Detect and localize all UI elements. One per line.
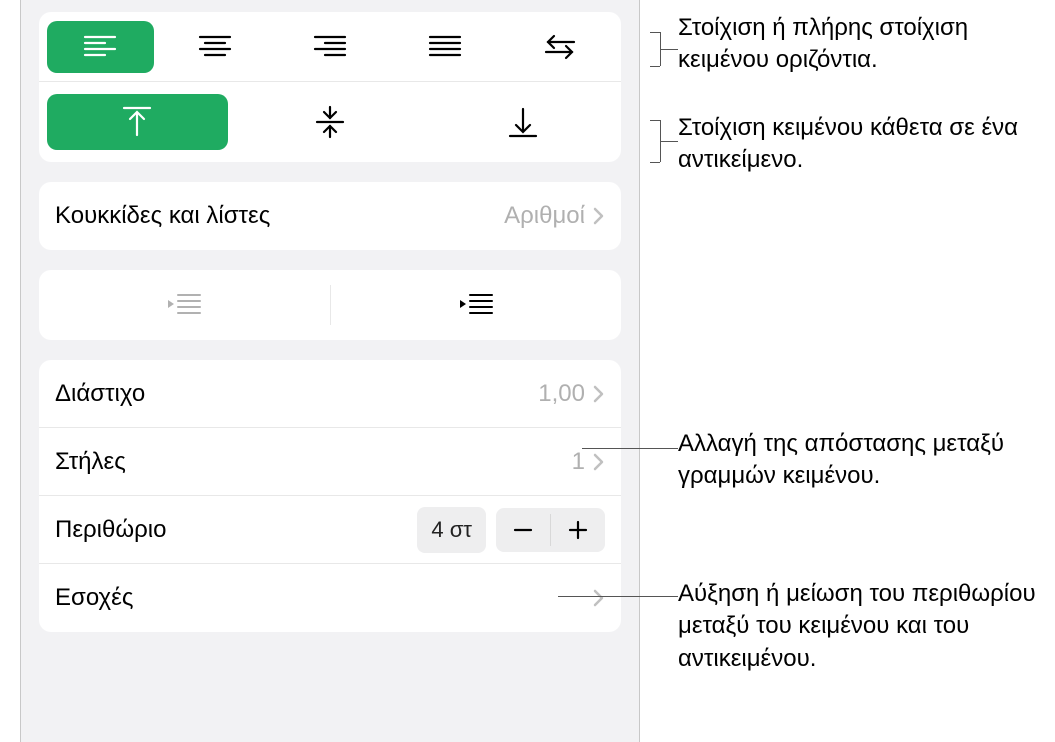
- callout-halign: Στοίχιση ή πλήρης στοίχιση κειμένου οριζ…: [678, 12, 1055, 77]
- line-spacing-row[interactable]: Διάστιχο 1,00: [39, 360, 621, 428]
- valign-bottom-button[interactable]: [432, 94, 613, 150]
- valign-middle-icon: [315, 105, 345, 139]
- chevron-right-icon: [593, 385, 605, 403]
- text-direction-button[interactable]: [506, 21, 613, 73]
- plus-icon: [567, 519, 589, 541]
- spacing-section: Διάστιχο 1,00 Στήλες 1 Περιθώριο 4 στ: [39, 360, 621, 632]
- align-justify-icon: [428, 34, 462, 60]
- callout-linespacing: Αλλαγή της απόστασης μεταξύ γραμμών κειμ…: [678, 428, 1055, 493]
- margin-value[interactable]: 4 στ: [417, 507, 486, 553]
- valign-top-icon: [122, 105, 152, 139]
- chevron-right-icon: [593, 207, 605, 225]
- indents-row[interactable]: Εσοχές: [39, 564, 621, 632]
- margin-label: Περιθώριο: [55, 516, 417, 544]
- columns-row[interactable]: Στήλες 1: [39, 428, 621, 496]
- horizontal-align-row: [39, 12, 621, 82]
- bullets-label: Κουκκίδες και λίστες: [55, 202, 504, 230]
- margin-increase-button[interactable]: [551, 508, 605, 552]
- outdent-button[interactable]: [39, 291, 330, 319]
- text-direction-icon: [542, 34, 578, 60]
- valign-middle-button[interactable]: [240, 94, 421, 150]
- bullets-value: Αριθμοί: [504, 202, 585, 230]
- margin-decrease-button[interactable]: [496, 508, 550, 552]
- alignment-section: [39, 12, 621, 162]
- indent-section: [39, 270, 621, 340]
- line-spacing-label: Διάστιχο: [55, 380, 538, 408]
- valign-bottom-icon: [508, 105, 538, 139]
- vertical-align-row: [39, 82, 621, 162]
- chevron-right-icon: [593, 453, 605, 471]
- bullets-row[interactable]: Κουκκίδες και λίστες Αριθμοί: [39, 182, 621, 250]
- bullets-section: Κουκκίδες και λίστες Αριθμοί: [39, 182, 621, 250]
- margin-row: Περιθώριο 4 στ: [39, 496, 621, 564]
- align-right-button[interactable]: [277, 21, 384, 73]
- format-panel: Κουκκίδες και λίστες Αριθμοί: [20, 0, 640, 742]
- align-center-icon: [198, 34, 232, 60]
- callout-valign: Στοίχιση κειμένου κάθετα σε ένα αντικείμ…: [678, 112, 1055, 177]
- valign-top-button[interactable]: [47, 94, 228, 150]
- align-right-icon: [313, 34, 347, 60]
- callout-margin: Αύξηση ή μείωση του περιθωρίου μεταξύ το…: [678, 578, 1055, 675]
- chevron-right-icon: [593, 589, 605, 607]
- indents-label: Εσοχές: [55, 584, 593, 612]
- outdent-icon: [166, 291, 202, 319]
- align-justify-button[interactable]: [391, 21, 498, 73]
- indent-icon: [458, 291, 494, 319]
- columns-value: 1: [572, 448, 585, 476]
- indent-row: [39, 270, 621, 340]
- margin-stepper: [496, 508, 605, 552]
- minus-icon: [512, 519, 534, 541]
- columns-label: Στήλες: [55, 448, 572, 476]
- line-spacing-value: 1,00: [538, 380, 585, 408]
- align-left-icon: [83, 34, 117, 60]
- align-center-button[interactable]: [162, 21, 269, 73]
- indent-button[interactable]: [331, 291, 622, 319]
- align-left-button[interactable]: [47, 21, 154, 73]
